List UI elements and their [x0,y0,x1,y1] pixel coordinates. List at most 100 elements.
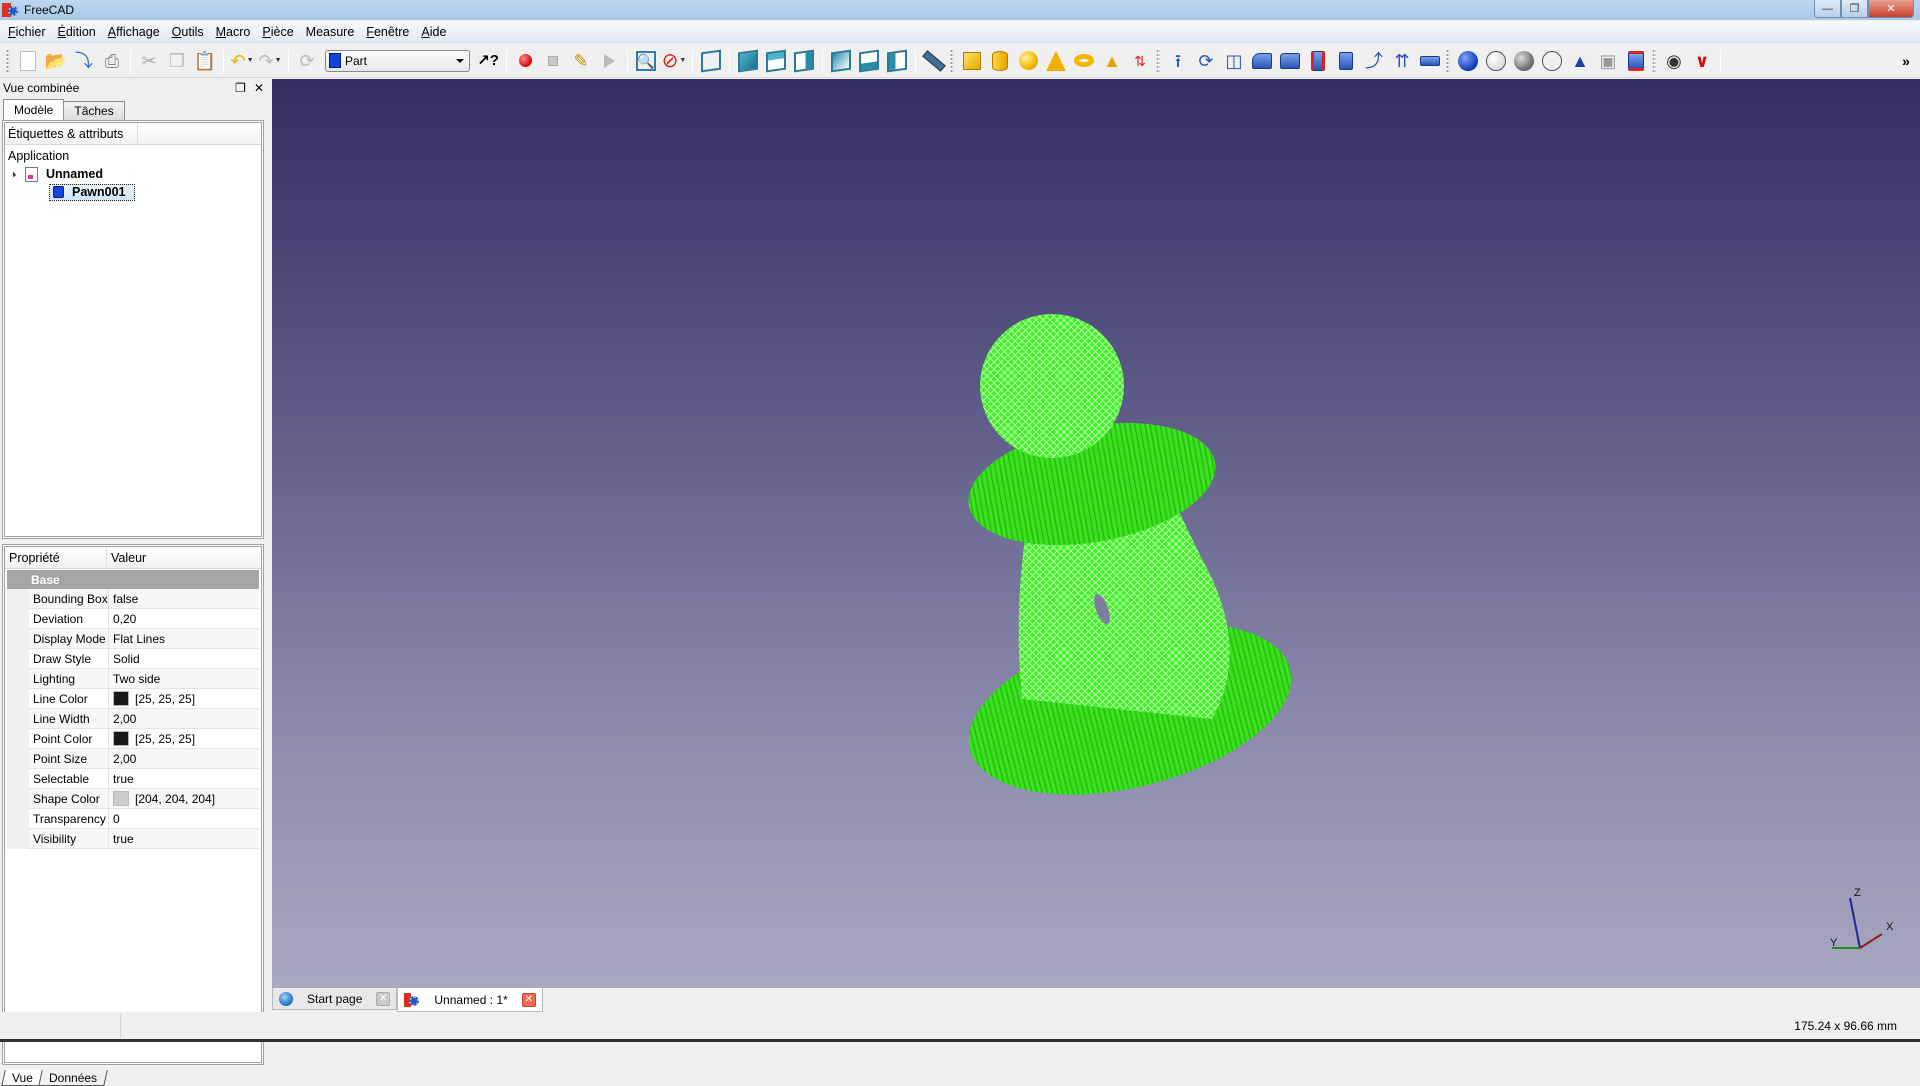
revolve-icon[interactable]: ⟳ [1192,47,1220,75]
cylinder-icon[interactable] [986,47,1014,75]
fit-all-icon[interactable]: 🔍 [632,47,660,75]
property-value[interactable]: 2,00 [109,709,259,729]
open-icon[interactable]: 📂 [42,47,70,75]
tree-item-pawn001[interactable]: Pawn001 [5,183,261,201]
toolbar-grip[interactable] [1652,48,1656,73]
copy-icon[interactable]: ❐ [163,47,191,75]
color-swatch[interactable] [113,691,129,706]
common-icon[interactable] [1538,47,1566,75]
draw-style-icon[interactable]: ⊘ ▼ [660,47,688,75]
property-column-header[interactable]: Propriété [5,546,107,569]
sweep-icon[interactable]: ⤴ [1360,47,1388,75]
cross-sections-icon[interactable] [1622,47,1650,75]
property-value[interactable]: Flat Lines [109,629,259,649]
right-view-icon[interactable] [790,47,818,75]
property-row[interactable]: Visibility true [7,829,259,849]
property-row[interactable]: Lighting Two side [7,669,259,689]
tab-donnees[interactable]: Données [38,1070,108,1086]
workbench-selector[interactable]: Part [325,49,470,72]
thickness-icon[interactable] [1416,47,1444,75]
property-value[interactable]: [204, 204, 204] [109,789,259,809]
menu-macro[interactable]: Macro [210,25,257,39]
fusion-icon[interactable] [1510,47,1538,75]
rear-view-icon[interactable] [827,47,855,75]
property-group-base[interactable]: Base [7,570,259,589]
print-icon[interactable]: ⎙ [98,47,126,75]
whats-this-icon[interactable]: ↗? [474,47,502,75]
property-value[interactable]: [25, 25, 25] [109,729,259,749]
menu-measure[interactable]: Measure [300,25,361,39]
measure-angular-icon[interactable]: ∨ [1688,47,1716,75]
cut-icon[interactable]: ✂ [135,47,163,75]
menu-piece[interactable]: Pièce [256,25,299,39]
tab-vue[interactable]: Vue [1,1070,44,1086]
expand-arrow-icon[interactable] [9,170,17,178]
tab-start-page[interactable]: Start page ✕ [272,988,398,1010]
property-row[interactable]: Point Color [25, 25, 25] [7,729,259,749]
tab-modele[interactable]: Modèle [3,99,65,120]
property-row[interactable]: Shape Color [204, 204, 204] [7,789,259,809]
toolbar-overflow-button[interactable]: » [1892,47,1920,75]
save-icon[interactable]: ⤵ [70,47,98,75]
refresh-icon[interactable]: ⟳ [293,47,321,75]
redo-icon[interactable]: ↷ ▼ [256,47,284,75]
box-icon[interactable] [958,47,986,75]
cut-boolean-icon[interactable] [1482,47,1510,75]
tab-taches[interactable]: Tâches [63,101,125,120]
torus-icon[interactable] [1070,47,1098,75]
undo-icon[interactable]: ↶ ▼ [228,47,256,75]
cone-icon[interactable] [1042,47,1070,75]
extrude-icon[interactable]: ⭱ [1164,47,1192,75]
bottom-view-icon[interactable] [855,47,883,75]
new-document-icon[interactable] [14,47,42,75]
close-button[interactable]: ✕ [1868,0,1914,18]
macro-edit-icon[interactable]: ✎ [567,47,595,75]
mirror-icon[interactable]: ◫ [1220,47,1248,75]
pawn-mesh-model[interactable] [952,299,1292,799]
property-value[interactable]: Two side [109,669,259,689]
tree-document[interactable]: Unnamed [5,165,261,183]
property-value[interactable]: 0 [109,809,259,829]
macro-record-icon[interactable] [511,47,539,75]
value-column-header[interactable]: Valeur [107,551,146,565]
property-row[interactable]: Selectable true [7,769,259,789]
sphere-icon[interactable] [1014,47,1042,75]
property-row[interactable]: Point Size 2,00 [7,749,259,769]
property-value[interactable]: [25, 25, 25] [109,689,259,709]
toolbar-grip[interactable] [1446,48,1450,73]
axonometric-view-icon[interactable] [697,47,725,75]
property-row[interactable]: Deviation 0,20 [7,609,259,629]
close-panel-icon[interactable]: ✕ [254,81,264,95]
float-panel-icon[interactable]: ❐ [235,81,246,95]
macro-stop-icon[interactable] [539,47,567,75]
loft-icon[interactable] [1332,47,1360,75]
check-geometry-icon[interactable]: ▲ [1566,47,1594,75]
measure-linear-icon[interactable]: ◉ [1660,47,1688,75]
property-row[interactable]: Display Mode Flat Lines [7,629,259,649]
toolbar-grip[interactable] [950,48,954,73]
primitives-icon[interactable]: ▲ [1098,47,1126,75]
chamfer-icon[interactable] [1276,47,1304,75]
menu-aide[interactable]: Aide [415,25,452,39]
boolean-icon[interactable] [1454,47,1482,75]
3d-viewport[interactable]: Z Y X [272,79,1920,988]
menu-fenetre[interactable]: Fenêtre [360,25,415,39]
property-value[interactable]: false [109,589,259,609]
property-row[interactable]: Line Color [25, 25, 25] [7,689,259,709]
fillet-icon[interactable] [1248,47,1276,75]
color-swatch[interactable] [113,731,129,746]
color-swatch[interactable] [113,791,129,806]
paste-icon[interactable]: 📋 [191,47,219,75]
left-view-icon[interactable] [883,47,911,75]
section-icon[interactable]: ▣ [1594,47,1622,75]
property-row[interactable]: Draw Style Solid [7,649,259,669]
menu-edition[interactable]: Édition [52,25,102,39]
toolbar-grip[interactable] [1156,48,1160,73]
property-row[interactable]: Line Width 2,00 [7,709,259,729]
menu-affichage[interactable]: Affichage [102,25,166,39]
restore-button[interactable]: ❐ [1841,0,1868,18]
tab-unnamed-document[interactable]: Unnamed : 1* ✕ [397,988,543,1012]
front-view-icon[interactable] [734,47,762,75]
close-tab-icon[interactable]: ✕ [521,992,536,1007]
property-value[interactable]: true [109,829,259,849]
